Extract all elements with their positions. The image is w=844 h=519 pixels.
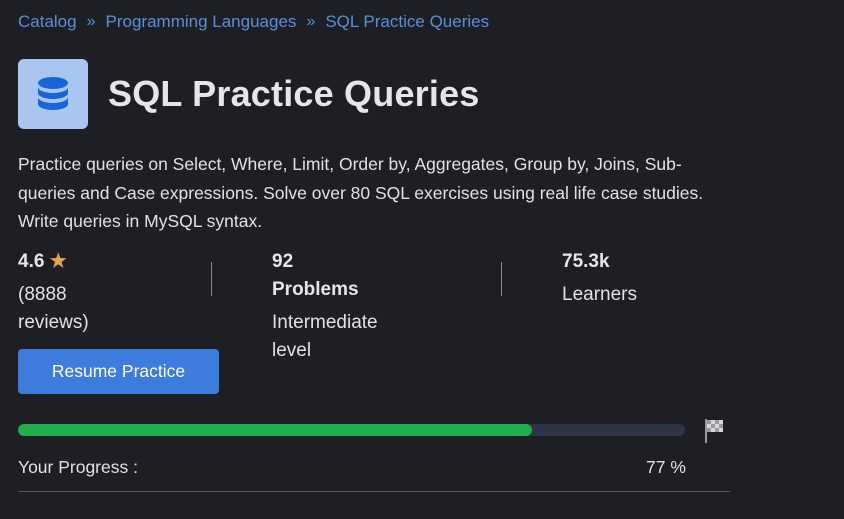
progress-bar-fill bbox=[18, 424, 532, 436]
problems-count: 92 Problems bbox=[272, 251, 359, 300]
problems-stat: 92 Problems Intermediate level bbox=[272, 248, 378, 365]
resume-practice-button[interactable]: Resume Practice bbox=[18, 349, 219, 394]
difficulty-level: Intermediate level bbox=[272, 312, 378, 361]
stat-divider bbox=[501, 262, 502, 296]
breadcrumb: Catalog » Programming Languages » SQL Pr… bbox=[18, 12, 489, 32]
learners-stat: 75.3k Learners bbox=[562, 248, 637, 309]
progress-label: Your Progress : bbox=[18, 457, 138, 477]
rating-value: 4.6 bbox=[18, 251, 45, 272]
course-header: SQL Practice Queries bbox=[18, 59, 480, 129]
breadcrumb-programming-languages[interactable]: Programming Languages bbox=[106, 12, 297, 32]
breadcrumb-catalog[interactable]: Catalog bbox=[18, 12, 77, 32]
progress-percent: 77 % bbox=[646, 457, 686, 477]
database-icon bbox=[38, 77, 68, 110]
progress-bar bbox=[18, 424, 685, 436]
star-icon: ★ bbox=[49, 251, 67, 272]
finish-flag-icon bbox=[705, 419, 723, 443]
breadcrumb-separator: » bbox=[306, 13, 316, 30]
breadcrumb-sql-practice-queries[interactable]: SQL Practice Queries bbox=[325, 12, 489, 32]
course-logo bbox=[18, 59, 88, 129]
rating-stat: 4.6 ★ (8888 reviews) bbox=[18, 248, 89, 337]
learners-count: 75.3k bbox=[562, 251, 610, 272]
divider bbox=[18, 491, 730, 492]
learners-label: Learners bbox=[562, 284, 637, 305]
page-title: SQL Practice Queries bbox=[108, 73, 480, 114]
stat-divider bbox=[211, 262, 212, 296]
reviews-count: (8888 reviews) bbox=[18, 284, 89, 333]
course-description: Practice queries on Select, Where, Limit… bbox=[18, 154, 704, 231]
breadcrumb-separator: » bbox=[86, 13, 96, 30]
